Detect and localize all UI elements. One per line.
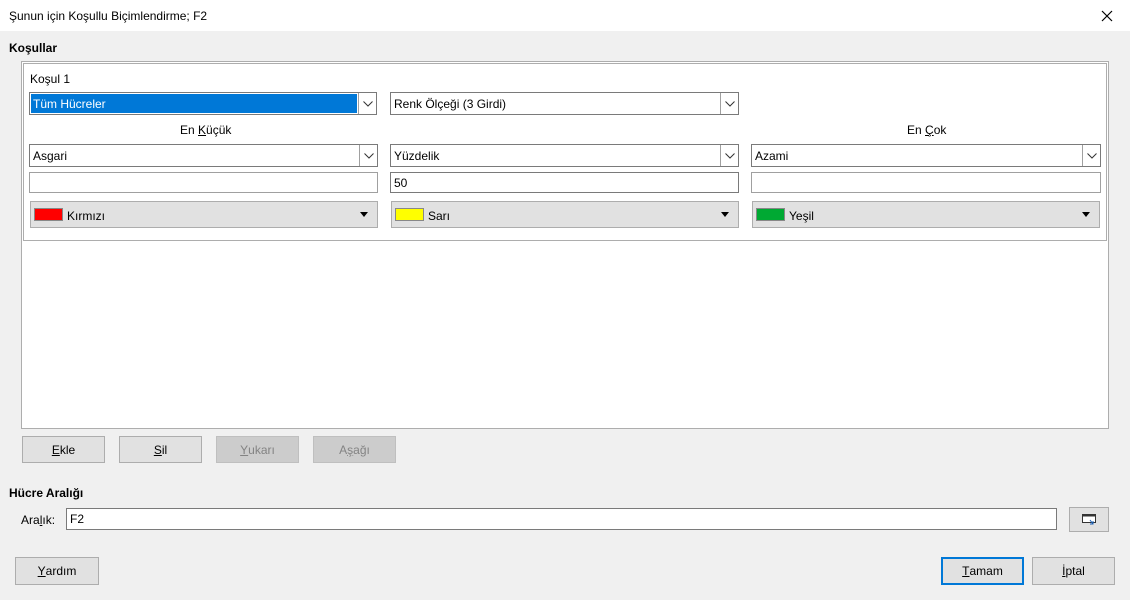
move-down-button[interactable]: Aş ağı <box>313 436 396 463</box>
min-value-input[interactable] <box>29 172 378 193</box>
dropdown-arrow-icon <box>1082 212 1090 217</box>
close-button[interactable] <box>1084 0 1130 31</box>
min-type-value: Asgari <box>33 149 68 163</box>
dropdown-arrow-icon <box>721 212 729 217</box>
mid-color-swatch <box>395 208 424 221</box>
ok-button[interactable]: Tamam <box>941 557 1024 585</box>
applies-to-select[interactable]: Tüm Hücreler <box>29 92 377 115</box>
mid-value-input[interactable]: 50 <box>390 172 739 193</box>
conditions-heading: Koşullar <box>9 41 58 55</box>
shrink-icon <box>1082 513 1096 524</box>
max-type-select[interactable]: Azami <box>751 144 1101 167</box>
help-button[interactable]: Yardım <box>15 557 99 585</box>
chevron-down-icon <box>720 145 738 166</box>
title-bar: Şunun için Koşullu Biçimlendirme; F2 <box>0 0 1130 31</box>
mid-type-value: Yüzdelik <box>394 149 440 163</box>
chevron-down-icon <box>720 93 738 114</box>
applies-to-value: Tüm Hücreler <box>31 94 357 113</box>
window-title: Şunun için Koşullu Biçimlendirme; F2 <box>9 9 208 23</box>
min-color-dropdown[interactable]: Kırmızı <box>30 201 378 228</box>
mid-type-select[interactable]: Yüzdelik <box>390 144 739 167</box>
condition-1-label: Koşul 1 <box>30 72 71 86</box>
dropdown-arrow-icon <box>360 212 368 217</box>
mid-color-label: Sarı <box>428 209 451 223</box>
max-header: En Çok <box>907 123 947 137</box>
range-input[interactable]: F2 <box>66 508 1057 530</box>
min-color-label: Kırmızı <box>67 209 105 223</box>
add-button[interactable]: Ekle <box>22 436 105 463</box>
max-color-swatch <box>756 208 785 221</box>
chevron-down-icon <box>359 145 377 166</box>
cell-range-heading: Hücre Aralığı <box>9 486 84 500</box>
max-color-dropdown[interactable]: Yeşil <box>752 201 1100 228</box>
range-label: Aralık: <box>21 513 56 527</box>
min-type-select[interactable]: Asgari <box>29 144 378 167</box>
close-icon <box>1101 10 1113 21</box>
max-type-value: Azami <box>755 149 789 163</box>
format-type-value: Renk Ölçeği (3 Girdi) <box>394 97 507 111</box>
chevron-down-icon <box>1082 145 1100 166</box>
mid-color-dropdown[interactable]: Sarı <box>391 201 739 228</box>
shrink-button[interactable] <box>1069 507 1109 532</box>
min-header: En Küçük <box>180 123 232 137</box>
conditions-list[interactable]: Koşul 1 Tüm Hücreler Renk Ölçeği (3 Gird… <box>21 61 1109 429</box>
move-up-button[interactable]: Yukarı <box>216 436 299 463</box>
delete-button[interactable]: Sil <box>119 436 202 463</box>
max-value-input[interactable] <box>751 172 1101 193</box>
cancel-button[interactable]: İptal <box>1032 557 1115 585</box>
max-color-label: Yeşil <box>789 209 814 223</box>
condition-1-panel: Koşul 1 Tüm Hücreler Renk Ölçeği (3 Gird… <box>23 63 1107 241</box>
chevron-down-icon <box>358 93 376 114</box>
format-type-select[interactable]: Renk Ölçeği (3 Girdi) <box>390 92 739 115</box>
min-color-swatch <box>34 208 63 221</box>
